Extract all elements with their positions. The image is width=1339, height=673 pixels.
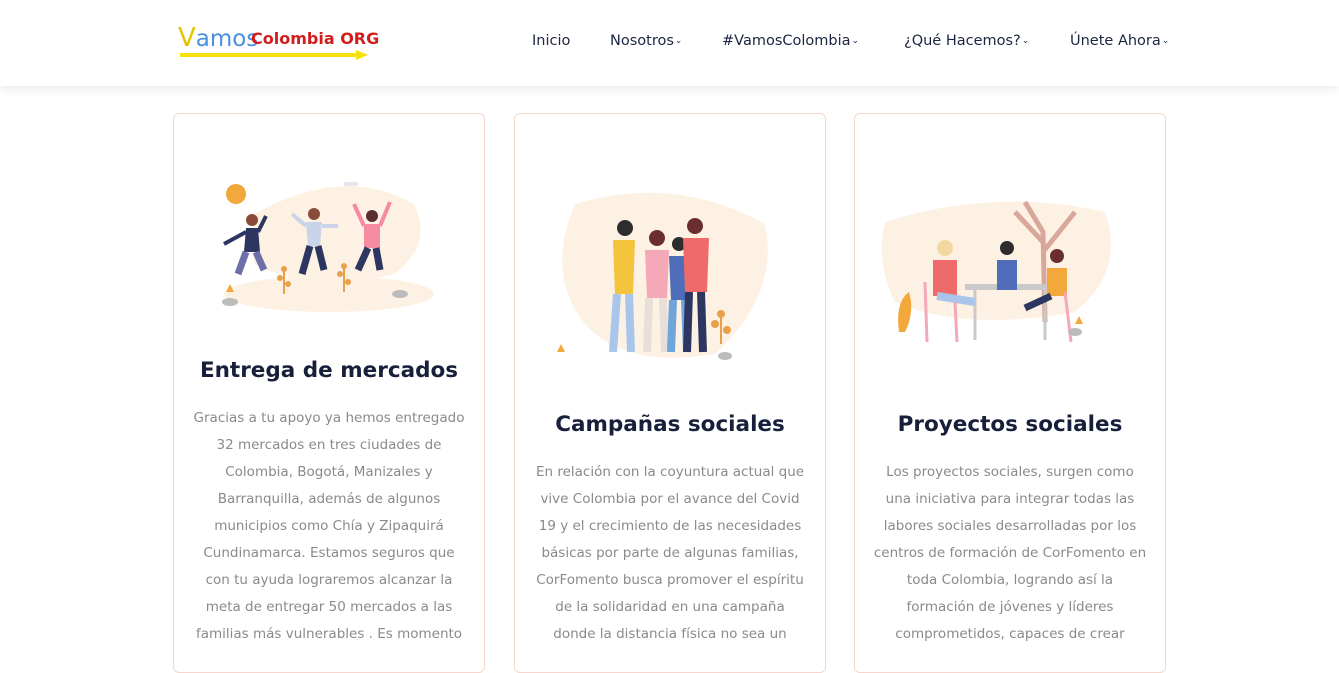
card-campanas-sociales: Campañas sociales En relación con la coy… <box>514 113 826 673</box>
nav-label: #VamosColombia <box>722 33 851 49</box>
nav-label: Nosotros <box>610 33 674 49</box>
group-selfie-illustration <box>557 192 768 360</box>
nav-label: Únete Ahora <box>1070 33 1161 49</box>
people-at-table-illustration <box>881 200 1111 343</box>
nav-item-unete-ahora[interactable]: Únete Ahora⌄ <box>1070 33 1169 49</box>
card-title: Proyectos sociales <box>897 412 1123 437</box>
site-header: Vamos Colombia ORG Inicio Nosotros⌄ #Vam… <box>0 0 1339 86</box>
card-proyectos-sociales: Proyectos sociales Los proyectos sociale… <box>854 113 1166 673</box>
chevron-down-icon: ⌄ <box>674 36 683 46</box>
chevron-down-icon: ⌄ <box>1021 36 1030 46</box>
card-description: Gracias a tu apoyo ya hemos entregado 32… <box>193 410 465 642</box>
card-title: Campañas sociales <box>555 412 785 437</box>
main-navigation: Inicio Nosotros⌄ #VamosColombia⌄ ¿Qué Ha… <box>520 0 1169 86</box>
site-logo[interactable]: Vamos Colombia ORG <box>178 22 379 62</box>
chevron-down-icon: ⌄ <box>1161 36 1170 46</box>
people-jumping-illustration <box>222 182 434 312</box>
nav-item-nosotros[interactable]: Nosotros⌄ <box>610 33 682 49</box>
card-description: Los proyectos sociales, surgen como una … <box>873 464 1147 642</box>
nav-item-que-hacemos[interactable]: ¿Qué Hacemos?⌄ <box>904 33 1029 49</box>
card-title: Entrega de mercados <box>199 358 459 383</box>
logo-org-text: Colombia ORG <box>251 29 380 48</box>
logo-arrow-icon <box>180 50 368 60</box>
nav-item-vamoscolombia[interactable]: #VamosColombia⌄ <box>722 33 859 49</box>
nav-label: ¿Qué Hacemos? <box>904 33 1021 49</box>
nav-item-inicio[interactable]: Inicio <box>532 33 570 49</box>
nav-label: Inicio <box>532 33 571 49</box>
card-description: En relación con la coyuntura actual que … <box>535 464 805 642</box>
chevron-down-icon: ⌄ <box>851 36 860 46</box>
card-entrega-de-mercados: Entrega de mercados Gracias a tu apoyo y… <box>173 113 485 673</box>
